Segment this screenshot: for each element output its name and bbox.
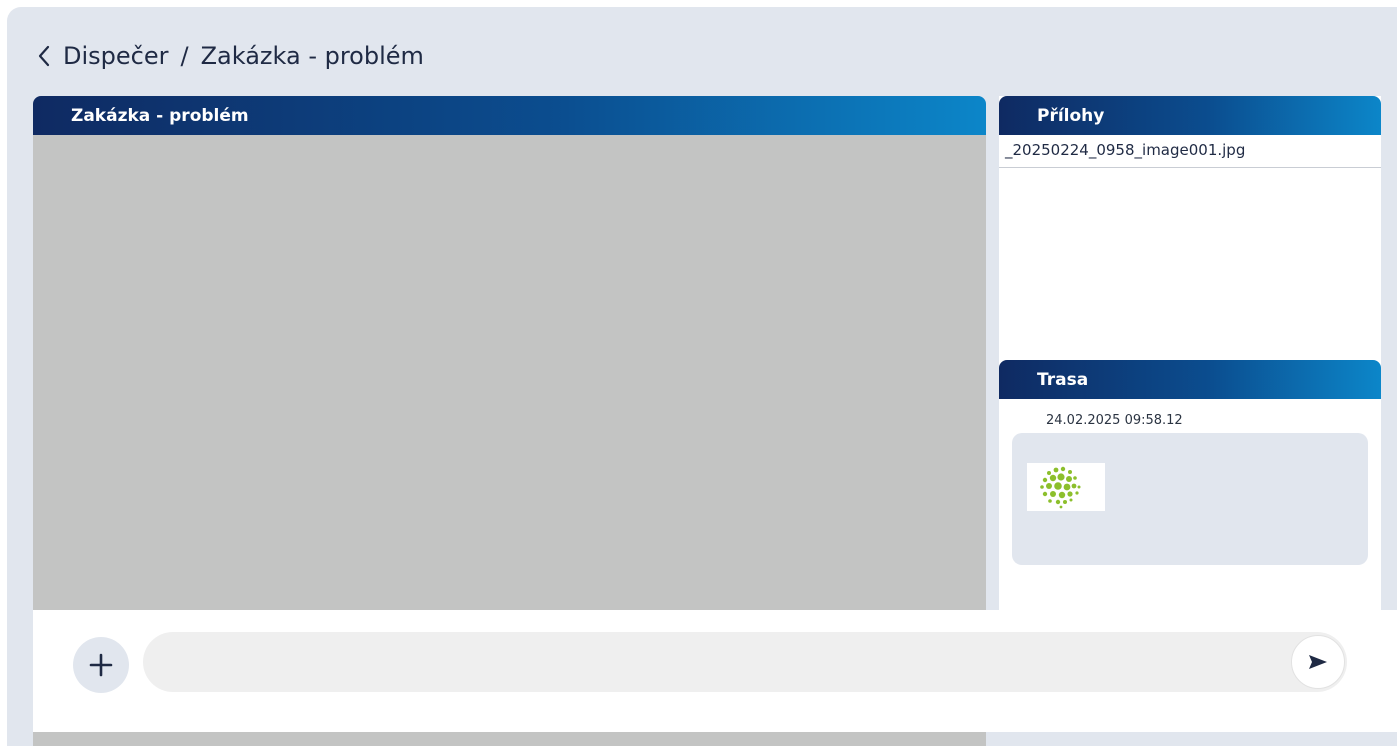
green-dotted-globe-logo-icon	[1040, 466, 1081, 509]
route-card	[1012, 433, 1368, 565]
message-input[interactable]	[143, 632, 1347, 692]
route-image-thumbnail[interactable]	[1027, 463, 1105, 511]
page-frame: Dispečer / Zakázka - problém Zakázka - p…	[7, 7, 1397, 746]
attachment-item[interactable]: _20250224_0958_image001.jpg	[999, 135, 1381, 168]
message-composer	[33, 610, 1397, 732]
route-title: Trasa	[1037, 370, 1089, 390]
route-panel-header: Trasa	[999, 360, 1381, 399]
attachments-title: Přílohy	[1037, 106, 1105, 126]
breadcrumb-current: Zakázka - problém	[200, 42, 424, 70]
side-column: Přílohy _20250224_0958_image001.jpg Tras…	[999, 96, 1381, 610]
message-area-continuation	[33, 732, 986, 746]
plus-icon	[89, 653, 113, 677]
main-panel-title: Zakázka - problém	[71, 106, 249, 126]
main-panel-header: Zakázka - problém	[33, 96, 986, 135]
breadcrumb-separator: /	[180, 42, 189, 70]
send-button[interactable]	[1291, 635, 1345, 689]
breadcrumb-parent-link[interactable]: Dispečer	[63, 40, 168, 72]
message-area	[33, 135, 986, 610]
route-timestamp: 24.02.2025 09:58.12	[1046, 413, 1183, 428]
attachments-panel-header: Přílohy	[999, 96, 1381, 135]
send-arrow-icon	[1309, 655, 1327, 669]
breadcrumb: Dispečer / Zakázka - problém	[37, 40, 424, 72]
add-attachment-button[interactable]	[73, 637, 129, 693]
chevron-left-icon[interactable]	[37, 40, 57, 72]
